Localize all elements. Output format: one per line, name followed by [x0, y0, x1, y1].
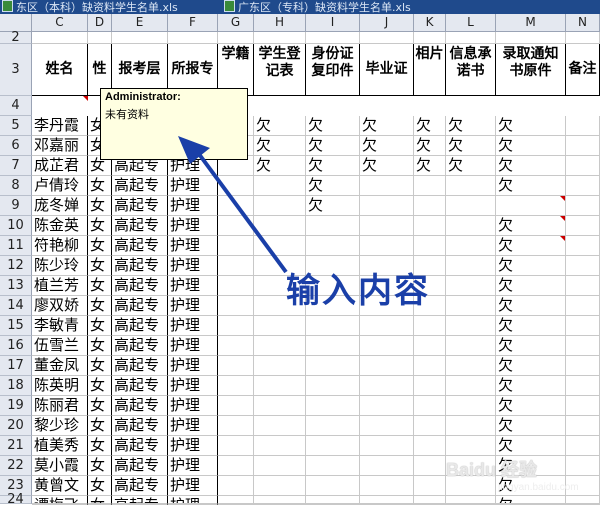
annotation-text: 输入内容 [286, 271, 430, 311]
table-cell[interactable] [496, 504, 566, 505]
table-cell[interactable] [112, 504, 168, 505]
table-cell[interactable] [32, 504, 88, 505]
table-cell[interactable] [446, 504, 496, 505]
table-cell[interactable] [566, 504, 600, 505]
table-cell[interactable] [254, 504, 306, 505]
table-cell[interactable] [88, 504, 112, 505]
table-cell[interactable] [306, 504, 360, 505]
table-cell[interactable] [168, 504, 218, 505]
baidu-watermark-url: jingyan.baidu.com [498, 482, 579, 493]
baidu-watermark: Baidu 经验 [446, 460, 538, 480]
table-cell[interactable] [360, 504, 414, 505]
annotation-arrow-icon [178, 136, 288, 274]
table-cell[interactable] [414, 504, 446, 505]
table-cell[interactable] [218, 504, 254, 505]
